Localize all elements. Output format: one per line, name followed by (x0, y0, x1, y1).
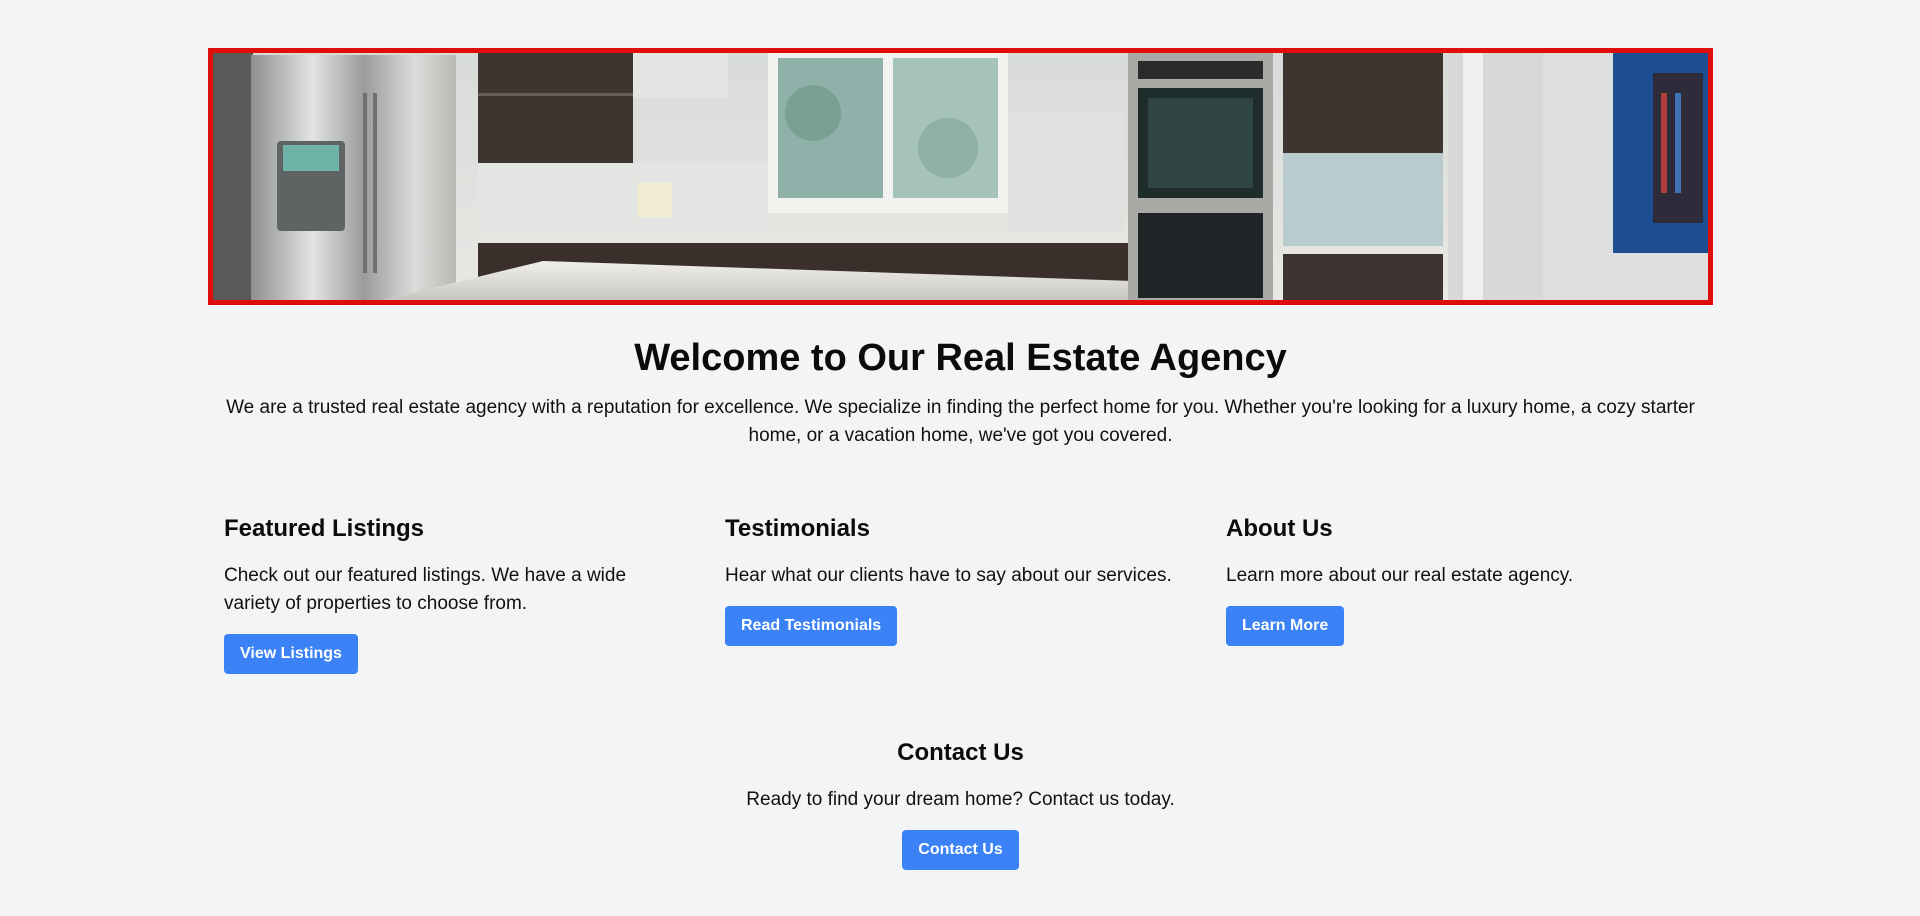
welcome-section: Welcome to Our Real Estate Agency We are… (208, 334, 1713, 450)
feature-title: About Us (1226, 515, 1333, 542)
feature-title: Testimonials (725, 515, 870, 542)
contact-us-button[interactable]: Contact Us (902, 830, 1019, 870)
feature-title: Featured Listings (224, 515, 425, 542)
welcome-description: We are a trusted real estate agency with… (226, 397, 1695, 446)
read-testimonials-button[interactable]: Read Testimonials (725, 606, 898, 646)
feature-testimonials: Testimonials Hear what our clients have … (725, 512, 1226, 674)
feature-text: Learn more about our real estate agency. (1226, 565, 1574, 586)
learn-more-button[interactable]: Learn More (1226, 606, 1345, 646)
kitchen-banner-image (213, 53, 1708, 300)
contact-text: Ready to find your dream home? Contact u… (746, 789, 1175, 810)
hero-banner (208, 48, 1713, 305)
view-listings-button[interactable]: View Listings (224, 634, 358, 674)
feature-text: Check out our featured listings. We have… (224, 565, 627, 614)
feature-text: Hear what our clients have to say about … (725, 565, 1172, 586)
feature-about-us: About Us Learn more about our real estat… (1226, 512, 1727, 674)
feature-featured-listings: Featured Listings Check out our featured… (224, 512, 725, 674)
features-section: Featured Listings Check out our featured… (224, 512, 1729, 674)
welcome-title: Welcome to Our Real Estate Agency (634, 337, 1287, 379)
contact-section: Contact Us Ready to find your dream home… (208, 736, 1713, 870)
contact-title: Contact Us (897, 739, 1024, 766)
